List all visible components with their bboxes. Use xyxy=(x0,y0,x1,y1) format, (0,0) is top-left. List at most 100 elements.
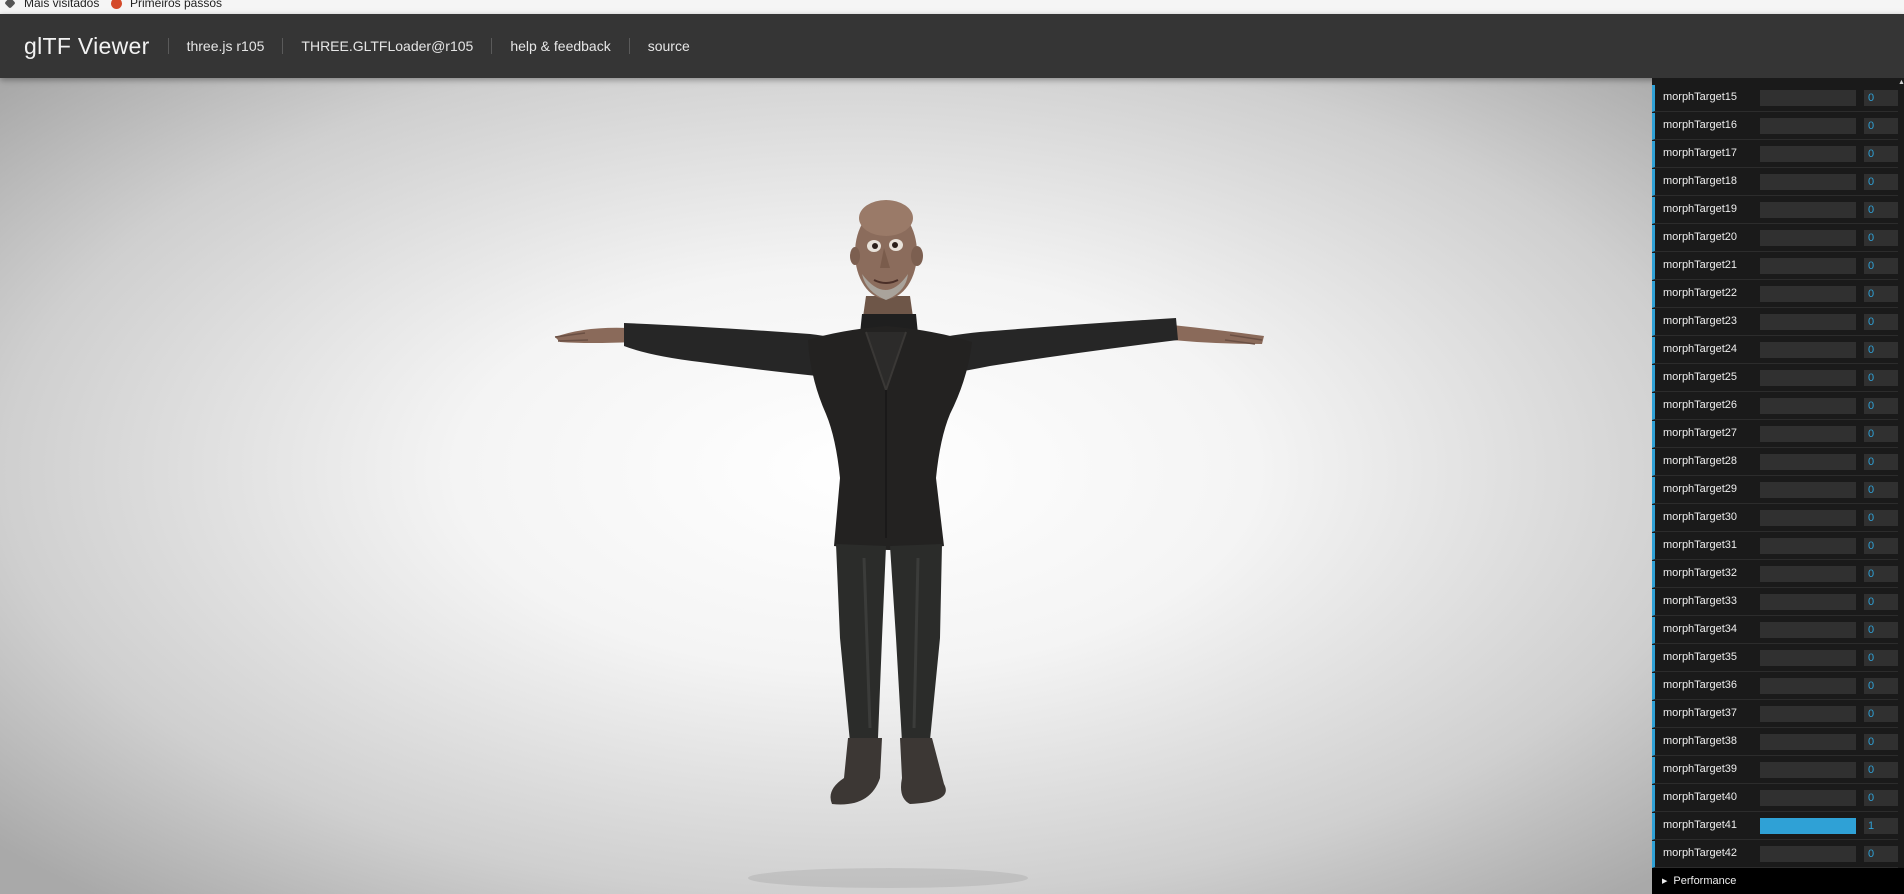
3d-viewport[interactable] xyxy=(0,78,1904,894)
morph-target-value-input[interactable]: 0 xyxy=(1864,426,1898,442)
bookmark-getting-started[interactable]: Primeiros passos xyxy=(111,0,222,10)
morph-target-row: morphTarget28 0 xyxy=(1652,449,1898,476)
nav-threejs-link[interactable]: three.js r105 xyxy=(167,38,283,54)
morph-target-label: morphTarget27 xyxy=(1663,427,1737,439)
morph-target-slider[interactable] xyxy=(1760,482,1856,498)
morph-target-row: morphTarget41 1 xyxy=(1652,813,1898,840)
morph-target-value-input[interactable]: 0 xyxy=(1864,594,1898,610)
morph-target-slider[interactable] xyxy=(1760,286,1856,302)
morph-target-value-input[interactable]: 0 xyxy=(1864,286,1898,302)
morph-target-label: morphTarget33 xyxy=(1663,595,1737,607)
morph-target-label: morphTarget41 xyxy=(1663,819,1737,831)
morph-target-slider[interactable] xyxy=(1760,426,1856,442)
morph-target-label: morphTarget31 xyxy=(1663,539,1737,551)
morph-target-value-input[interactable]: 0 xyxy=(1864,678,1898,694)
morph-target-value-input[interactable]: 0 xyxy=(1864,202,1898,218)
nav-source-link[interactable]: source xyxy=(628,38,708,54)
morph-target-value-input[interactable]: 0 xyxy=(1864,118,1898,134)
morph-target-row: morphTarget26 0 xyxy=(1652,393,1898,420)
controls-panel: morphTarget15 0 morphTarget16 0 morphTarget1… xyxy=(1652,78,1904,894)
morph-target-row: morphTarget31 0 xyxy=(1652,533,1898,560)
morph-target-slider[interactable] xyxy=(1760,594,1856,610)
morph-target-value-input[interactable]: 0 xyxy=(1864,482,1898,498)
morph-target-label: morphTarget22 xyxy=(1663,287,1737,299)
morph-target-value-input[interactable]: 0 xyxy=(1864,650,1898,666)
morph-target-slider[interactable] xyxy=(1760,370,1856,386)
morph-target-slider[interactable] xyxy=(1760,650,1856,666)
morph-target-value-input[interactable]: 0 xyxy=(1864,454,1898,470)
morph-target-slider[interactable] xyxy=(1760,566,1856,582)
morph-target-row: morphTarget36 0 xyxy=(1652,673,1898,700)
morph-target-value-input[interactable]: 0 xyxy=(1864,510,1898,526)
morph-target-value-input[interactable]: 0 xyxy=(1864,174,1898,190)
morph-target-value-input[interactable]: 0 xyxy=(1864,734,1898,750)
morph-target-label: morphTarget34 xyxy=(1663,623,1737,635)
morph-target-slider[interactable] xyxy=(1760,398,1856,414)
bookmarks-bar: Mais visitados Primeiros passos xyxy=(0,0,1904,14)
morph-target-slider[interactable] xyxy=(1760,762,1856,778)
bookmark-most-visited[interactable]: Mais visitados xyxy=(4,0,100,10)
morph-target-slider[interactable] xyxy=(1760,734,1856,750)
morph-target-value-input[interactable]: 0 xyxy=(1864,370,1898,386)
morph-target-slider[interactable] xyxy=(1760,118,1856,134)
morph-target-slider[interactable] xyxy=(1760,314,1856,330)
morph-target-slider[interactable] xyxy=(1760,818,1856,834)
morph-target-label: morphTarget21 xyxy=(1663,259,1737,271)
morph-target-slider[interactable] xyxy=(1760,538,1856,554)
morph-target-slider[interactable] xyxy=(1760,510,1856,526)
morph-target-value-input[interactable]: 0 xyxy=(1864,762,1898,778)
morph-target-slider[interactable] xyxy=(1760,454,1856,470)
morph-target-value-input[interactable]: 0 xyxy=(1864,790,1898,806)
morph-target-label: morphTarget36 xyxy=(1663,679,1737,691)
panel-scrollbar[interactable]: ▲ xyxy=(1898,78,1904,894)
morph-target-value-input[interactable]: 0 xyxy=(1864,258,1898,274)
morph-target-slider[interactable] xyxy=(1760,706,1856,722)
morph-target-row: morphTarget19 0 xyxy=(1652,197,1898,224)
morph-target-row: morphTarget21 0 xyxy=(1652,253,1898,280)
morph-target-label: morphTarget17 xyxy=(1663,147,1737,159)
morph-target-slider[interactable] xyxy=(1760,230,1856,246)
performance-folder[interactable]: ▶ Performance xyxy=(1652,868,1904,894)
morph-target-slider[interactable] xyxy=(1760,258,1856,274)
morph-target-slider[interactable] xyxy=(1760,90,1856,106)
morph-target-slider[interactable] xyxy=(1760,146,1856,162)
morph-target-value-input[interactable]: 0 xyxy=(1864,146,1898,162)
morph-target-label: morphTarget15 xyxy=(1663,91,1737,103)
morph-target-row: morphTarget17 0 xyxy=(1652,141,1898,168)
morph-target-row: morphTarget35 0 xyxy=(1652,645,1898,672)
morph-targets-list: morphTarget15 0 morphTarget16 0 morphTarget1… xyxy=(1652,85,1898,894)
morph-target-row: morphTarget24 0 xyxy=(1652,337,1898,364)
morph-target-row: morphTarget25 0 xyxy=(1652,365,1898,392)
morph-target-row: morphTarget23 0 xyxy=(1652,309,1898,336)
morph-target-value-input[interactable]: 0 xyxy=(1864,706,1898,722)
morph-target-label: morphTarget39 xyxy=(1663,763,1737,775)
morph-target-slider[interactable] xyxy=(1760,202,1856,218)
morph-target-label: morphTarget23 xyxy=(1663,315,1737,327)
morph-target-slider[interactable] xyxy=(1760,790,1856,806)
morph-target-slider[interactable] xyxy=(1760,678,1856,694)
morph-target-row: morphTarget33 0 xyxy=(1652,589,1898,616)
morph-target-value-input[interactable]: 0 xyxy=(1864,538,1898,554)
morph-target-value-input[interactable]: 0 xyxy=(1864,230,1898,246)
app-title[interactable]: glTF Viewer xyxy=(24,33,150,60)
morph-target-value-input[interactable]: 0 xyxy=(1864,846,1898,862)
morph-target-slider[interactable] xyxy=(1760,342,1856,358)
nav-gltfloader-link[interactable]: THREE.GLTFLoader@r105 xyxy=(282,38,491,54)
scroll-up-arrow-icon[interactable]: ▲ xyxy=(1898,79,1904,86)
morph-target-slider[interactable] xyxy=(1760,622,1856,638)
morph-target-slider[interactable] xyxy=(1760,846,1856,862)
morph-target-value-input[interactable]: 0 xyxy=(1864,622,1898,638)
morph-target-value-input[interactable]: 1 xyxy=(1864,818,1898,834)
nav-help-feedback-link[interactable]: help & feedback xyxy=(491,38,628,54)
bookmark-label: Mais visitados xyxy=(24,0,100,10)
morph-target-value-input[interactable]: 0 xyxy=(1864,342,1898,358)
triangle-right-icon: ▶ xyxy=(1662,878,1668,885)
morph-target-value-input[interactable]: 0 xyxy=(1864,314,1898,330)
morph-target-label: morphTarget40 xyxy=(1663,791,1737,803)
morph-target-value-input[interactable]: 0 xyxy=(1864,90,1898,106)
morph-target-slider[interactable] xyxy=(1760,174,1856,190)
morph-target-value-input[interactable]: 0 xyxy=(1864,566,1898,582)
morph-target-value-input[interactable]: 0 xyxy=(1864,398,1898,414)
morph-target-label: morphTarget16 xyxy=(1663,119,1737,131)
morph-target-row: morphTarget16 0 xyxy=(1652,113,1898,140)
